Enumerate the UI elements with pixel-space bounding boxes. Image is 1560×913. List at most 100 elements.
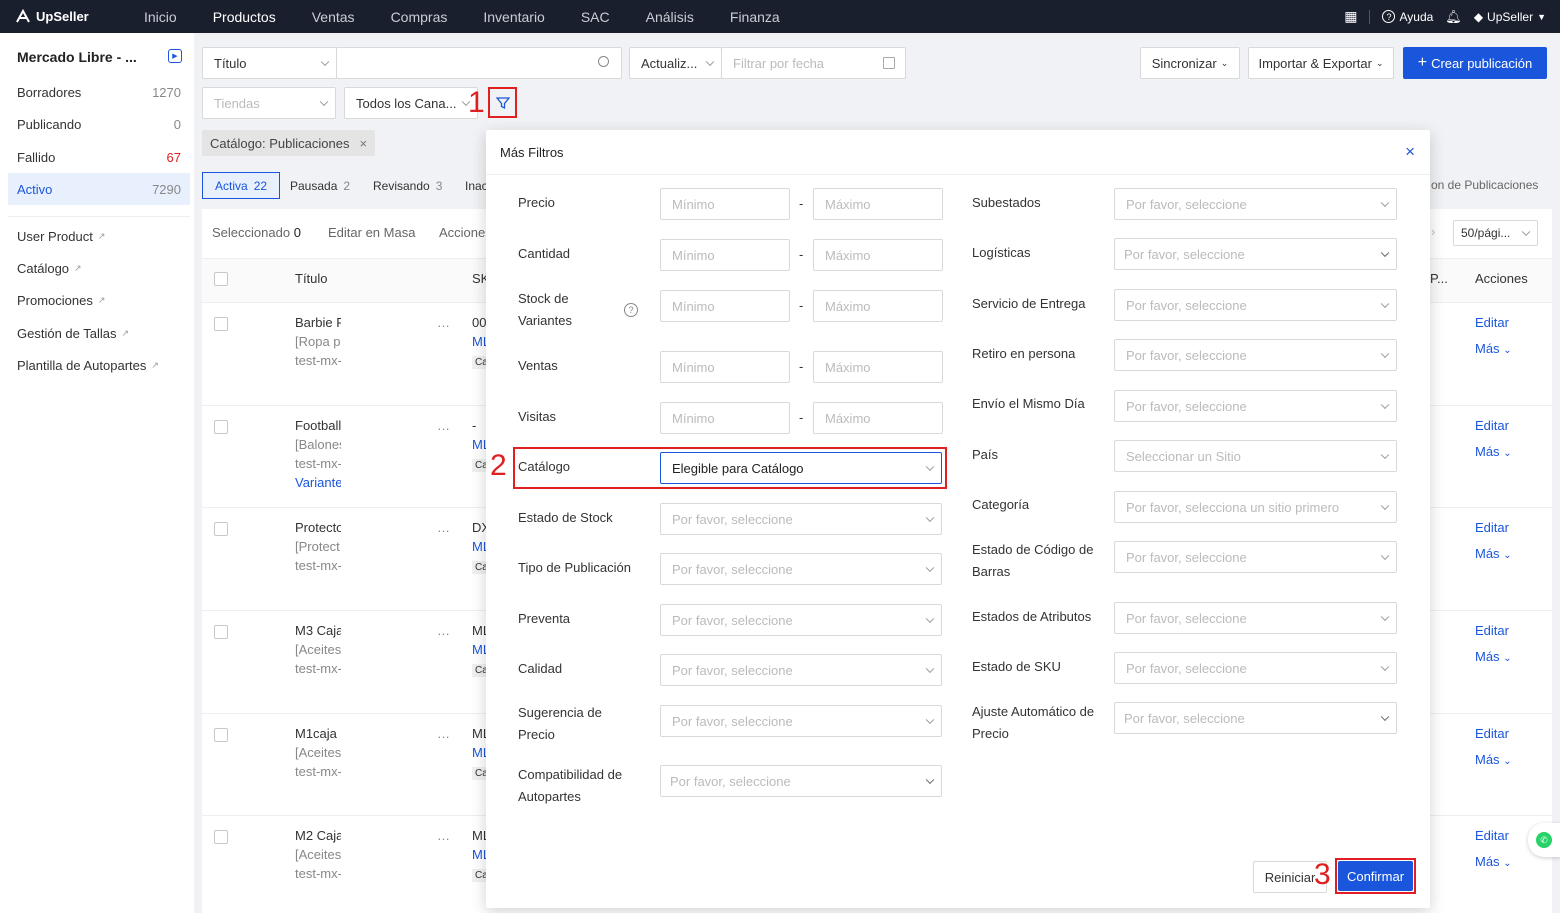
- sidebar-link-catalogo[interactable]: Catálogo ↗: [17, 261, 82, 276]
- store-title[interactable]: Mercado Libre - ...: [17, 49, 137, 65]
- sidebar-item-borradores[interactable]: Borradores 1270: [8, 76, 190, 108]
- user-menu[interactable]: ◆ UpSeller ▼: [1474, 10, 1546, 24]
- sidebar-item-publicando[interactable]: Publicando 0: [8, 108, 190, 140]
- update-select[interactable]: Actualiz...: [629, 47, 722, 79]
- row-ml-link[interactable]: ML: [472, 847, 486, 862]
- row-checkbox[interactable]: [214, 830, 228, 844]
- row-more-link[interactable]: Más ⌄: [1475, 444, 1512, 459]
- tipo-publicacion-select[interactable]: Por favor, seleccione: [660, 553, 942, 585]
- nav-sac[interactable]: SAC: [563, 9, 628, 25]
- search-input[interactable]: [336, 47, 622, 79]
- tab-revisando[interactable]: Revisando 3: [373, 172, 442, 199]
- sugerencia-select[interactable]: Por favor, seleccione: [660, 705, 942, 737]
- row-checkbox[interactable]: [214, 522, 228, 536]
- nav-compras[interactable]: Compras: [373, 9, 466, 25]
- pais-select[interactable]: Seleccionar un Sitio: [1114, 440, 1397, 472]
- right-tab-text[interactable]: on de Publicaciones: [1431, 178, 1538, 192]
- ventas-min-input[interactable]: Mínimo: [660, 351, 790, 383]
- row-title[interactable]: Protecto: [295, 520, 341, 535]
- select-all-checkbox[interactable]: [214, 272, 228, 286]
- actions-menu[interactable]: Acciones: [439, 225, 492, 240]
- nav-analisis[interactable]: Análisis: [628, 9, 712, 25]
- close-icon[interactable]: ×: [359, 136, 367, 151]
- ventas-max-input[interactable]: Máximo: [813, 351, 943, 383]
- bell-icon[interactable]: 🔔︎: [1445, 9, 1462, 25]
- servicio-select[interactable]: Por favor, seleccione: [1114, 289, 1397, 321]
- channels-select[interactable]: Todos los Cana...: [344, 87, 478, 119]
- question-icon[interactable]: ?: [624, 303, 638, 317]
- row-more-link[interactable]: Más ⌄: [1475, 854, 1512, 869]
- logisticas-select[interactable]: Por favor, seleccione: [1114, 238, 1397, 270]
- stock-variantes-max-input[interactable]: Máximo: [813, 290, 943, 322]
- apps-grid-icon[interactable]: ▦: [1344, 8, 1357, 25]
- row-ml-link[interactable]: ML: [472, 745, 486, 760]
- sidebar-link-autopartes[interactable]: Plantilla de Autopartes ↗: [17, 358, 159, 373]
- row-ml-link[interactable]: ML: [472, 642, 486, 657]
- ajuste-select[interactable]: Por favor, seleccione: [1114, 702, 1397, 734]
- estado-sku-select[interactable]: Por favor, seleccione: [1114, 652, 1397, 684]
- row-more-link[interactable]: Más ⌄: [1475, 341, 1512, 356]
- row-ml-link[interactable]: ML: [472, 539, 486, 554]
- close-icon[interactable]: ×: [1405, 142, 1415, 162]
- date-filter-input[interactable]: Filtrar por fecha: [721, 47, 906, 79]
- play-icon[interactable]: ▶: [168, 49, 182, 63]
- row-edit-link[interactable]: Editar: [1475, 828, 1509, 843]
- precio-max-input[interactable]: Máximo: [813, 188, 943, 220]
- row-checkbox[interactable]: [214, 625, 228, 639]
- atributos-select[interactable]: Por favor, seleccione: [1114, 602, 1397, 634]
- nav-inventario[interactable]: Inventario: [465, 9, 562, 25]
- bulk-edit-button[interactable]: Editar en Masa: [328, 225, 415, 240]
- sidebar-item-fallido[interactable]: Fallido 67: [8, 141, 190, 173]
- row-title[interactable]: M1caja: [295, 726, 341, 741]
- row-title[interactable]: Barbie F: [295, 315, 341, 330]
- row-ml-link[interactable]: ML: [472, 437, 486, 452]
- envio-select[interactable]: Por favor, seleccione: [1114, 390, 1397, 422]
- subestados-select[interactable]: Por favor, seleccione: [1114, 188, 1397, 220]
- codigo-barras-select[interactable]: Por favor, seleccione: [1114, 541, 1397, 573]
- preventa-select[interactable]: Por favor, seleccione: [660, 604, 942, 636]
- nav-inicio[interactable]: Inicio: [126, 9, 195, 25]
- row-checkbox[interactable]: [214, 317, 228, 331]
- row-more-link[interactable]: Más ⌄: [1475, 752, 1512, 767]
- row-edit-link[interactable]: Editar: [1475, 418, 1509, 433]
- sync-button[interactable]: Sincronizar ⌄: [1140, 47, 1240, 79]
- nav-ventas[interactable]: Ventas: [294, 9, 373, 25]
- categoria-select[interactable]: Por favor, selecciona un sitio primero: [1114, 491, 1397, 523]
- import-export-button[interactable]: Importar & Exportar ⌄: [1248, 47, 1394, 79]
- row-title[interactable]: Football: [295, 418, 341, 433]
- row-more-link[interactable]: Más ⌄: [1475, 546, 1512, 561]
- row-variants-link[interactable]: Variante: [295, 475, 341, 490]
- estado-stock-select[interactable]: Por favor, seleccione: [660, 503, 942, 535]
- row-ml-link[interactable]: ML: [472, 334, 486, 349]
- row-edit-link[interactable]: Editar: [1475, 726, 1509, 741]
- row-title[interactable]: M3 Caja: [295, 623, 341, 638]
- cantidad-min-input[interactable]: Mínimo: [660, 239, 790, 271]
- tab-inactiva[interactable]: Inac: [465, 172, 488, 199]
- chevron-right-icon[interactable]: ›: [1431, 224, 1435, 239]
- tab-activa[interactable]: Activa 22: [202, 172, 281, 199]
- sidebar-link-user-product[interactable]: User Product ↗: [17, 229, 105, 244]
- row-title[interactable]: M2 Caja: [295, 828, 341, 843]
- row-checkbox[interactable]: [214, 728, 228, 742]
- stock-variantes-min-input[interactable]: Mínimo: [660, 290, 790, 322]
- sidebar-link-promociones[interactable]: Promociones ↗: [17, 293, 105, 308]
- cantidad-max-input[interactable]: Máximo: [813, 239, 943, 271]
- app-logo[interactable]: UpSeller: [14, 8, 126, 26]
- compatibilidad-select[interactable]: Por favor, seleccione: [660, 765, 942, 797]
- help-link[interactable]: ? Ayuda: [1382, 10, 1433, 24]
- visitas-max-input[interactable]: Máximo: [813, 402, 943, 434]
- row-more-link[interactable]: Más ⌄: [1475, 649, 1512, 664]
- nav-finanza[interactable]: Finanza: [712, 9, 798, 25]
- nav-productos[interactable]: Productos: [195, 9, 294, 25]
- calidad-select[interactable]: Por favor, seleccione: [660, 654, 942, 686]
- stores-select[interactable]: Tiendas: [202, 87, 336, 119]
- row-edit-link[interactable]: Editar: [1475, 315, 1509, 330]
- create-listing-button[interactable]: + Crear publicación: [1403, 47, 1547, 79]
- precio-min-input[interactable]: Mínimo: [660, 188, 790, 220]
- row-edit-link[interactable]: Editar: [1475, 623, 1509, 638]
- sidebar-link-tallas[interactable]: Gestión de Tallas ↗: [17, 326, 129, 341]
- row-edit-link[interactable]: Editar: [1475, 520, 1509, 535]
- visitas-min-input[interactable]: Mínimo: [660, 402, 790, 434]
- retiro-select[interactable]: Por favor, seleccione: [1114, 339, 1397, 371]
- page-size-select[interactable]: 50/pági...: [1453, 220, 1538, 246]
